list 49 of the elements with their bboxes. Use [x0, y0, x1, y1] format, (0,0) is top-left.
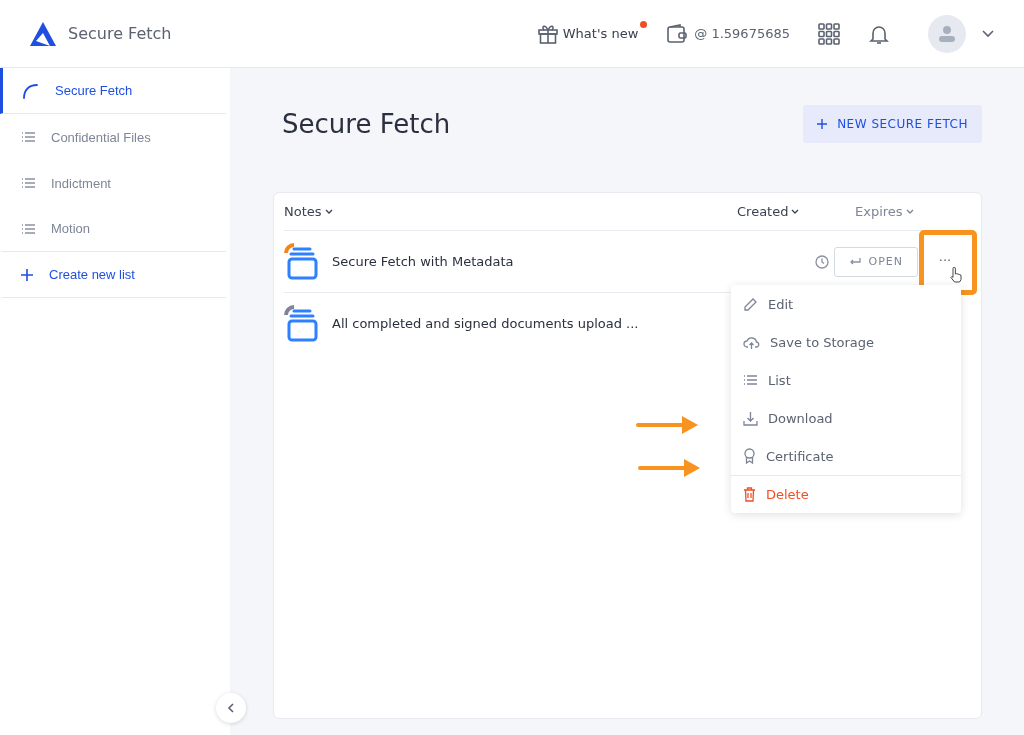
menu-item[interactable]: List — [731, 361, 961, 399]
chevron-down-icon[interactable] — [982, 29, 994, 38]
list-icon — [21, 222, 35, 235]
menu-item[interactable]: Certificate — [731, 437, 961, 475]
stacked-folder-icon — [284, 242, 318, 281]
column-header[interactable]: Notes — [284, 204, 737, 219]
chevron-left-icon — [227, 703, 235, 713]
chevron-down-icon — [791, 209, 800, 214]
list-icon — [21, 177, 35, 189]
note-title: All completed and signed documents upload ... — [332, 316, 640, 331]
column-header[interactable]: Expires — [855, 204, 923, 219]
chevron-down-icon — [324, 209, 333, 214]
page-title: Secure Fetch — [282, 109, 451, 139]
cloud-upload-icon — [743, 334, 760, 350]
curved-line-icon — [21, 81, 39, 100]
chevron-down-icon — [905, 209, 914, 214]
note-title: Secure Fetch with Metadata — [332, 254, 515, 269]
whats-new-button[interactable]: What's new — [536, 22, 639, 45]
clock-icon — [814, 254, 829, 269]
annotation-arrow — [638, 457, 702, 479]
award-ribbon-icon — [743, 448, 756, 464]
sidebar-item[interactable]: Motion — [0, 206, 226, 252]
list-icon — [743, 374, 758, 386]
sidebar-item[interactable]: Confidential Files — [0, 114, 226, 160]
apps-grid-icon[interactable] — [818, 22, 840, 45]
balance-text: @ 1.59675685 — [694, 26, 790, 41]
plus-icon — [817, 119, 828, 129]
app-name: Secure Fetch — [68, 24, 172, 43]
hand-cursor-icon — [949, 267, 963, 283]
pencil-icon — [743, 296, 758, 312]
column-header[interactable]: Created — [737, 204, 855, 219]
stacked-folder-icon — [284, 304, 318, 343]
annotation-arrow — [636, 414, 700, 436]
new-secure-fetch-button[interactable]: NEW SECURE FETCH — [803, 105, 982, 143]
menu-item[interactable]: Download — [731, 399, 961, 437]
sidebar-item[interactable]: Indictment — [0, 160, 226, 206]
sidebar-item[interactable]: Create new list — [0, 252, 226, 298]
download-icon — [743, 410, 758, 426]
menu-item[interactable]: Save to Storage — [731, 323, 961, 361]
list-icon — [21, 131, 35, 143]
return-arrow-icon — [848, 256, 861, 267]
wallet-icon — [666, 22, 689, 45]
open-button[interactable]: OPEN — [833, 246, 918, 277]
gift-icon — [536, 22, 559, 45]
sidebar-item[interactable]: Secure Fetch — [0, 68, 226, 114]
plus-icon — [21, 268, 33, 281]
logo-icon — [30, 21, 56, 46]
menu-item[interactable]: Edit — [731, 285, 961, 323]
trash-icon — [743, 487, 756, 502]
